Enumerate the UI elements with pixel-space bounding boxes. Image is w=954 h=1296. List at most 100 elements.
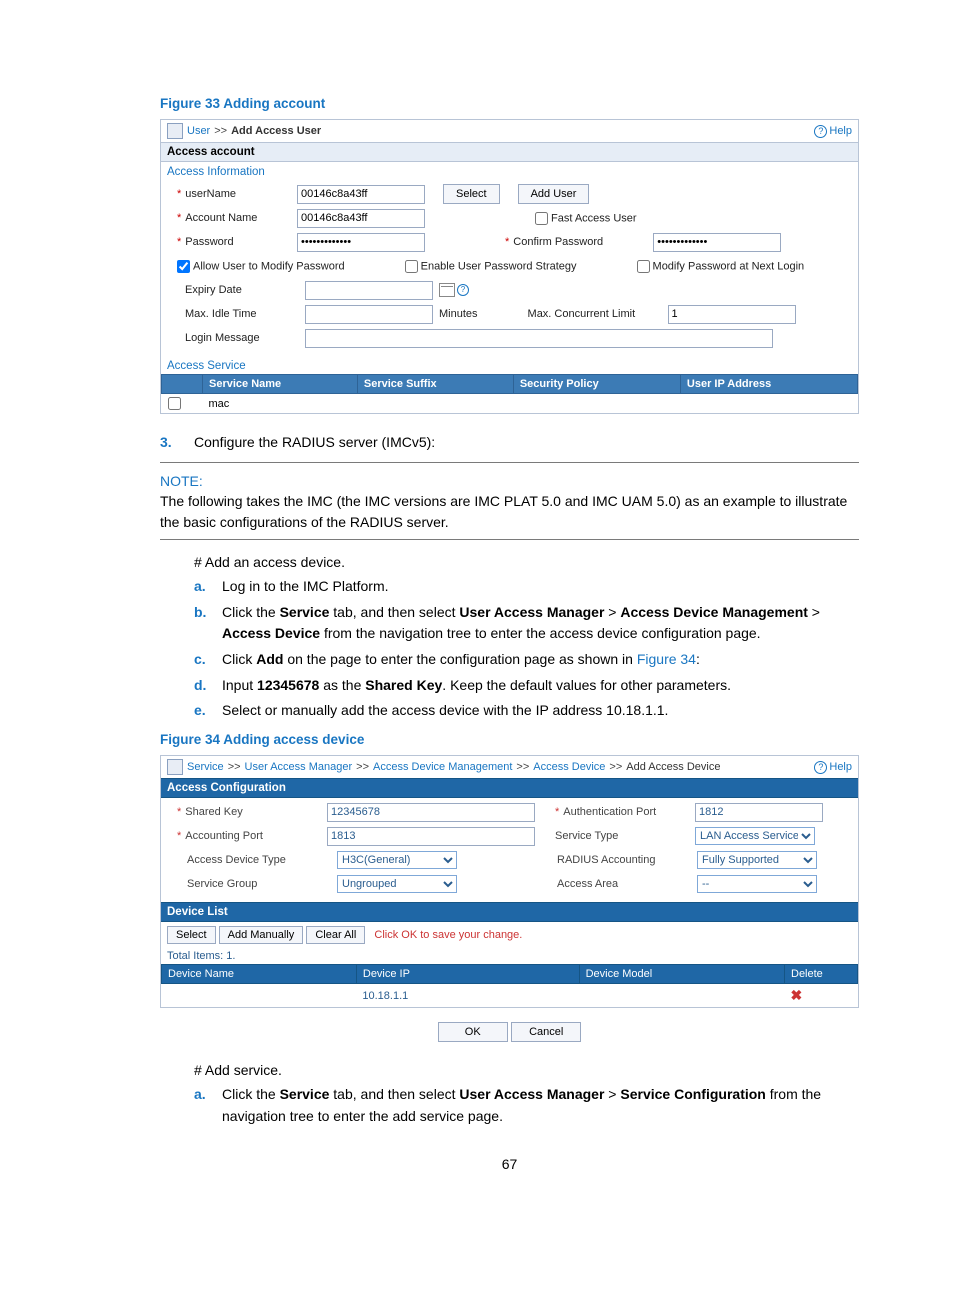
lbl-expiry: Expiry Date: [185, 284, 242, 296]
note-body: The following takes the IMC (the IMC ver…: [160, 491, 859, 533]
access-account-head: Access account: [161, 142, 858, 162]
lbl-servicegroup: Service Group: [187, 878, 257, 890]
calendar-icon[interactable]: ?: [439, 283, 469, 297]
fast-access-checkbox[interactable]: Fast Access User: [535, 212, 637, 225]
device-table: Device Name Device IP Device Model Delet…: [161, 964, 858, 1007]
bc-sep: >>: [214, 125, 227, 137]
lbl-authport: Authentication Port: [563, 806, 656, 818]
servicegroup-select[interactable]: Ungrouped: [337, 875, 457, 893]
maxidle-input[interactable]: [305, 305, 433, 324]
table-row: mac: [162, 394, 858, 414]
bc-adm[interactable]: Access Device Management: [373, 761, 512, 773]
bc-ad[interactable]: Access Device: [533, 761, 605, 773]
radiusacct-select[interactable]: Fully Supported: [697, 851, 817, 869]
lbl-maxconcurrent: Max. Concurrent Limit: [528, 308, 668, 320]
select-button[interactable]: Select: [443, 184, 500, 204]
add-user-button[interactable]: Add User: [518, 184, 590, 204]
lbl-confirm: Confirm Password: [513, 236, 653, 248]
row-checkbox[interactable]: [168, 397, 181, 410]
lbl-minutes: Minutes: [439, 308, 478, 320]
figure34-caption: Figure 34 Adding access device: [160, 732, 859, 747]
bc-current: Add Access User: [231, 125, 321, 137]
select-device-button[interactable]: Select: [167, 926, 216, 944]
hash-add-service: # Add service.: [194, 1062, 859, 1078]
username-input[interactable]: [297, 185, 425, 204]
password-input[interactable]: [297, 233, 425, 252]
bc-current34: Add Access Device: [626, 761, 720, 773]
col-delete: Delete: [785, 965, 858, 984]
service-table: Service Name Service Suffix Security Pol…: [161, 374, 858, 413]
bc-user[interactable]: User: [187, 125, 210, 137]
lbl-acctport: Accounting Port: [185, 830, 263, 842]
add-manually-button[interactable]: Add Manually: [219, 926, 304, 944]
lbl-accessarea: Access Area: [557, 878, 618, 890]
lbl-accountname: Account Name: [185, 212, 257, 224]
lbl-radiusacct: RADIUS Accounting: [557, 854, 655, 866]
fig33-panel: User >> Add Access User ?Help Access acc…: [160, 119, 859, 414]
total-items: Total Items: 1.: [161, 948, 858, 964]
lbl-devicetype: Access Device Type: [187, 854, 286, 866]
lbl-password: Password: [185, 236, 233, 248]
col-service-name: Service Name: [203, 375, 358, 394]
cell-service-name: mac: [203, 394, 358, 414]
authport-input[interactable]: [695, 803, 823, 822]
help-icon-34: ?: [814, 761, 827, 774]
fig34-panel: Service >> User Access Manager >> Access…: [160, 755, 859, 1008]
help-link[interactable]: ?Help: [814, 125, 852, 138]
figure34-link[interactable]: Figure 34: [637, 651, 696, 667]
lbl-sharedkey: Shared Key: [185, 806, 242, 818]
acctport-input[interactable]: [327, 827, 535, 846]
devicetype-select[interactable]: H3C(General): [337, 851, 457, 869]
access-service-head: Access Service: [161, 356, 858, 374]
access-information-head: Access Information: [161, 162, 858, 180]
delete-icon[interactable]: ✖: [791, 987, 803, 1003]
concurrent-input[interactable]: [668, 305, 796, 324]
enable-strategy-checkbox[interactable]: Enable User Password Strategy: [405, 260, 577, 273]
user-icon: [167, 123, 183, 139]
accountname-input[interactable]: [297, 209, 425, 228]
table-row: 10.18.1.1 ✖: [162, 984, 858, 1008]
loginmsg-input[interactable]: [305, 329, 773, 348]
figure33-caption: Figure 33 Adding account: [160, 96, 859, 111]
bc-uam[interactable]: User Access Manager: [245, 761, 353, 773]
access-config-head: Access Configuration: [161, 778, 858, 798]
lbl-loginmsg: Login Message: [185, 332, 260, 344]
lbl-servicetype: Service Type: [555, 830, 618, 842]
bc-service[interactable]: Service: [187, 761, 224, 773]
hash-add-device: # Add an access device.: [194, 554, 859, 570]
col-user-ip: User IP Address: [680, 375, 857, 394]
sharedkey-input[interactable]: [327, 803, 535, 822]
expiry-input[interactable]: [305, 281, 433, 300]
step-b: Click the Service tab, and then select U…: [222, 602, 859, 645]
service-step-a: Click the Service tab, and then select U…: [222, 1084, 859, 1127]
fig33-breadcrumb: User >> Add Access User ?Help: [161, 120, 858, 142]
step-c: Click Add on the page to enter the confi…: [222, 649, 859, 671]
col-security-policy: Security Policy: [513, 375, 680, 394]
step-text: Configure the RADIUS server (IMCv5):: [194, 434, 435, 450]
step-e: Select or manually add the access device…: [222, 700, 859, 722]
step-d: Input 12345678 as the Shared Key. Keep t…: [222, 675, 859, 697]
fig34-breadcrumb: Service >> User Access Manager >> Access…: [161, 756, 858, 778]
col-service-suffix: Service Suffix: [357, 375, 513, 394]
help-icon: ?: [814, 125, 827, 138]
modify-next-checkbox[interactable]: Modify Password at Next Login: [637, 260, 805, 273]
servicetype-select[interactable]: LAN Access Service: [695, 827, 815, 845]
page-number: 67: [160, 1156, 859, 1172]
col-device-name: Device Name: [162, 965, 357, 984]
device-hint: Click OK to save your change.: [374, 929, 522, 941]
clear-all-button[interactable]: Clear All: [306, 926, 365, 944]
lbl-username: userName: [185, 188, 236, 200]
help-link-34[interactable]: ?Help: [814, 761, 852, 774]
step-number: 3.: [160, 434, 182, 450]
ok-button[interactable]: OK: [438, 1022, 508, 1042]
confirm-password-input[interactable]: [653, 233, 781, 252]
allow-modify-checkbox[interactable]: Allow User to Modify Password: [177, 260, 345, 273]
accessarea-select[interactable]: --: [697, 875, 817, 893]
note-heading: NOTE:: [160, 473, 859, 489]
lbl-maxidle: Max. Idle Time: [185, 308, 257, 320]
cancel-button[interactable]: Cancel: [511, 1022, 581, 1042]
service-icon: [167, 759, 183, 775]
cell-device-ip: 10.18.1.1: [356, 984, 579, 1008]
col-device-model: Device Model: [579, 965, 784, 984]
step-a: Log in to the IMC Platform.: [222, 576, 859, 598]
